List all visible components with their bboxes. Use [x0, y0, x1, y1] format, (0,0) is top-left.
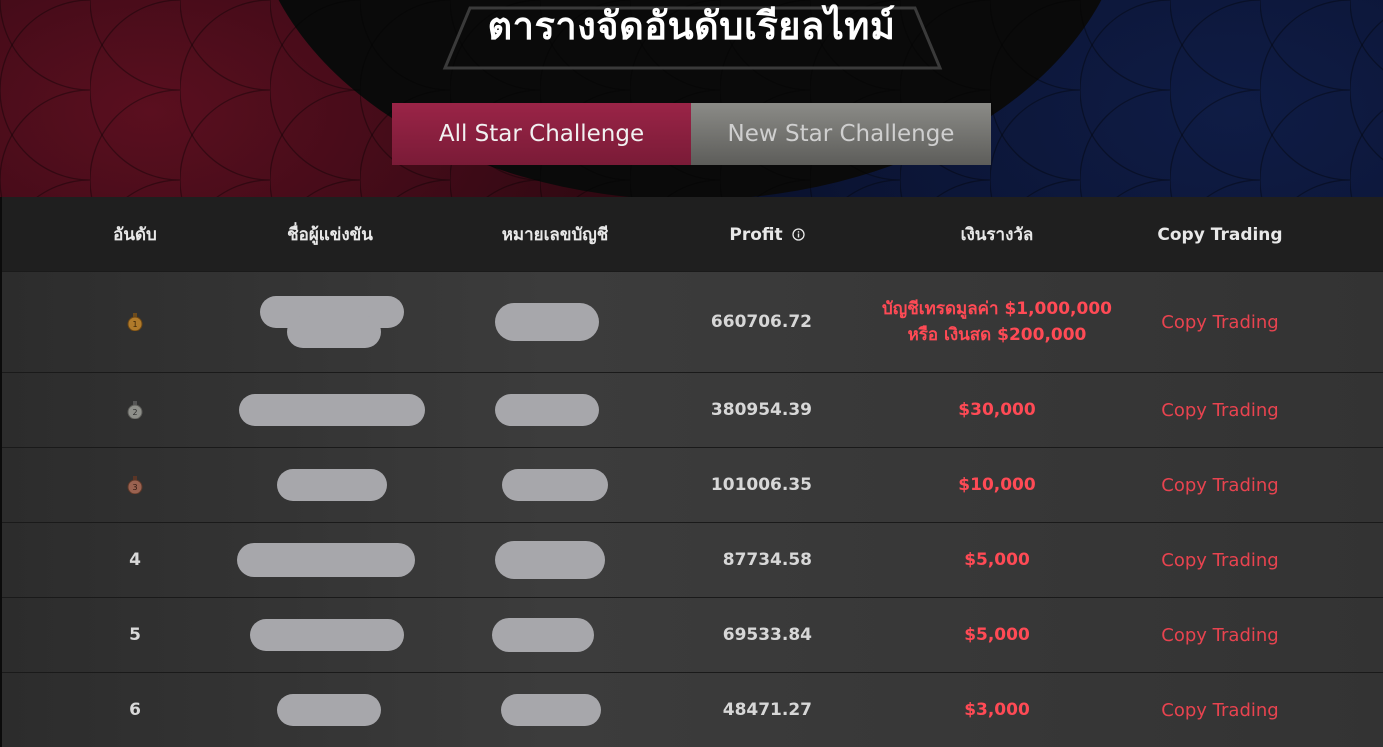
prize-cell: $5,000 [862, 523, 1132, 597]
tab-new-star-challenge[interactable]: New Star Challenge [691, 103, 991, 165]
account-number-redacted [478, 598, 608, 672]
competitor-name-redacted [264, 673, 394, 747]
header-copy-trading: Copy Trading [1157, 225, 1283, 245]
copy-trading-link[interactable]: Copy Trading [1140, 598, 1300, 672]
copy-trading-link[interactable]: Copy Trading [1140, 373, 1300, 447]
svg-text:3: 3 [132, 483, 137, 492]
rank-number: 5 [129, 625, 141, 645]
challenge-tabs: All Star Challenge New Star Challenge [392, 103, 991, 165]
header-prize: เงินรางวัล [960, 225, 1034, 245]
rank-number: 6 [129, 700, 141, 720]
redaction-scribble [502, 469, 608, 501]
account-number-redacted [482, 373, 612, 447]
rank-number: 4 [129, 550, 141, 570]
leaderboard-table: อันดับ ชื่อผู้แข่งขัน หมายเลขบัญชี Profi… [2, 197, 1383, 747]
prize-line-1: $5,000 [964, 625, 1030, 645]
prize-line-1: $10,000 [958, 475, 1036, 495]
prize-line-1: บัญชีเทรดมูลค่า $1,000,000 [881, 299, 1112, 319]
table-row: 4 87734.58 $5,000 Copy Trading [2, 522, 1383, 597]
header-competitor-name: ชื่อผู้แข่งขัน [287, 225, 373, 245]
info-circle-icon[interactable] [791, 228, 805, 241]
competitor-name-redacted [242, 598, 412, 672]
prize-cell: $5,000 [862, 598, 1132, 672]
redaction-scribble [277, 694, 381, 726]
bronze-medal-icon: 3 [127, 476, 143, 494]
copy-trading-link[interactable]: Copy Trading [1140, 523, 1300, 597]
redaction-scribble [492, 618, 594, 652]
profit-value: 101006.35 [710, 475, 812, 495]
redaction-scribble [250, 619, 404, 651]
redaction-scribble [260, 296, 404, 348]
redaction-scribble [277, 469, 387, 501]
profit-value: 48471.27 [722, 700, 812, 720]
table-row: 6 48471.27 $3,000 Copy Trading [2, 672, 1383, 747]
svg-text:1: 1 [132, 320, 137, 329]
header-profit-label: Profit [729, 225, 783, 245]
competitor-name-redacted [228, 523, 424, 597]
redaction-scribble [239, 394, 425, 426]
competitor-name-redacted [242, 272, 422, 372]
header-rank: อันดับ [113, 225, 157, 245]
gold-medal-icon: 1 [127, 313, 143, 331]
prize-cell: บัญชีเทรดมูลค่า $1,000,000 หรือ เงินสด $… [862, 272, 1132, 372]
profit-value: 380954.39 [710, 400, 812, 420]
svg-text:2: 2 [132, 408, 137, 417]
copy-trading-link[interactable]: Copy Trading [1140, 673, 1300, 747]
redaction-scribble [495, 303, 599, 341]
copy-trading-link[interactable]: Copy Trading [1140, 448, 1300, 522]
hero-banner: ตารางจัดอันดับเรียลไทม์ All Star Challen… [0, 0, 1383, 197]
account-number-redacted [490, 448, 620, 522]
table-row: 2 380954.39 $30,000 Copy Trading [2, 372, 1383, 447]
profit-value: 69533.84 [722, 625, 812, 645]
table-row: 1 660706.72 บัญชีเทรดมูลค่า $1,000,000 ห… [2, 271, 1383, 372]
copy-trading-link[interactable]: Copy Trading [1140, 272, 1300, 372]
redaction-scribble [495, 394, 599, 426]
redaction-scribble [237, 543, 415, 577]
profit-value: 660706.72 [710, 312, 812, 332]
prize-line-2: หรือ เงินสด $200,000 [907, 325, 1087, 345]
profit-value: 87734.58 [722, 550, 812, 570]
tab-all-star-challenge[interactable]: All Star Challenge [392, 103, 691, 165]
redaction-scribble [495, 541, 605, 579]
table-row: 3 101006.35 $10,000 Copy Trading [2, 447, 1383, 522]
prize-cell: $30,000 [862, 373, 1132, 447]
competitor-name-redacted [262, 448, 402, 522]
prize-cell: $10,000 [862, 448, 1132, 522]
page-title: ตารางจัดอันดับเรียลไทม์ [487, 4, 896, 48]
account-number-redacted [486, 673, 616, 747]
redaction-scribble [501, 694, 601, 726]
header-profit: Profit [702, 197, 832, 271]
table-row: 5 69533.84 $5,000 Copy Trading [2, 597, 1383, 672]
prize-cell: $3,000 [862, 673, 1132, 747]
account-number-redacted [482, 272, 612, 372]
account-number-redacted [485, 523, 615, 597]
prize-line-1: $5,000 [964, 550, 1030, 570]
prize-line-1: $3,000 [964, 700, 1030, 720]
rank-cell: 3 [85, 448, 185, 522]
prize-line-1: $30,000 [958, 400, 1036, 420]
rank-cell: 2 [85, 373, 185, 447]
rank-cell: 1 [85, 272, 185, 372]
header-account-number: หมายเลขบัญชี [501, 225, 609, 245]
table-header: อันดับ ชื่อผู้แข่งขัน หมายเลขบัญชี Profi… [2, 197, 1383, 271]
competitor-name-redacted [232, 373, 432, 447]
silver-medal-icon: 2 [127, 401, 143, 419]
